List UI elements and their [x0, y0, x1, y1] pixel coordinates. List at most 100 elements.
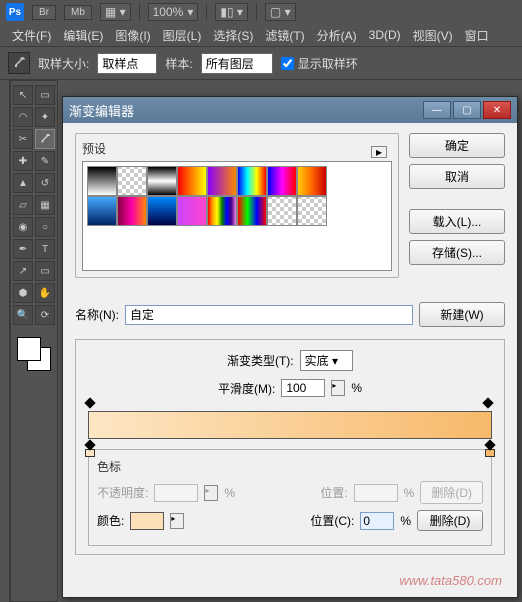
menu-window[interactable]: 窗口: [459, 25, 495, 46]
dialog-title: 渐变编辑器: [69, 101, 423, 120]
separator: [139, 4, 140, 20]
color-stop-right[interactable]: [485, 441, 495, 453]
preset-swatch[interactable]: [147, 166, 177, 196]
menu-filter[interactable]: 滤镜(T): [259, 25, 310, 46]
pen-tool[interactable]: ✒: [13, 239, 33, 259]
new-button[interactable]: 新建(W): [419, 302, 505, 327]
opacity-stop-left[interactable]: [86, 399, 96, 409]
menu-file[interactable]: 文件(F): [6, 25, 57, 46]
tools-panel: ↖ ▭ ◠ ✦ ✂ ✚ ✎ ▲ ↺ ▱ ▦ ◉ ○ ✒ T ↗ ▭ ⬢ ✋ 🔍 …: [10, 80, 58, 602]
preset-swatch[interactable]: [297, 166, 327, 196]
opacity-stop-right[interactable]: [484, 399, 494, 409]
eraser-tool[interactable]: ▱: [13, 195, 33, 215]
color-location-input[interactable]: [360, 512, 394, 530]
menu-image[interactable]: 图像(I): [109, 25, 156, 46]
hand-tool[interactable]: ✋: [35, 283, 55, 303]
screen-mode-dropdown[interactable]: ▦ ▾: [100, 3, 131, 21]
bridge-button[interactable]: Br: [32, 5, 56, 20]
gradient-type-label: 渐变类型(T):: [227, 352, 294, 369]
smoothness-step-icon[interactable]: ▸: [331, 380, 345, 396]
menu-3d[interactable]: 3D(D): [363, 26, 407, 44]
history-brush-tool[interactable]: ↺: [35, 173, 55, 193]
gradient-bar[interactable]: [88, 411, 492, 439]
foreground-swatch[interactable]: [17, 337, 41, 361]
color-stop-left[interactable]: [85, 441, 95, 453]
dodge-tool[interactable]: ○: [35, 217, 55, 237]
preset-swatch[interactable]: [207, 166, 237, 196]
menu-analysis[interactable]: 分析(A): [311, 25, 363, 46]
crop-tool[interactable]: ✂: [13, 129, 33, 149]
preset-swatch[interactable]: [117, 166, 147, 196]
presets-label: 预设: [82, 140, 106, 157]
extras-dropdown[interactable]: ▢ ▾: [265, 3, 296, 21]
separator: [206, 4, 207, 20]
preset-swatch[interactable]: [267, 196, 297, 226]
smoothness-input[interactable]: [281, 379, 325, 397]
preset-swatch[interactable]: [177, 196, 207, 226]
color-stop-swatch[interactable]: [130, 512, 164, 530]
preset-swatch[interactable]: [147, 196, 177, 226]
color-swatches[interactable]: [13, 333, 53, 373]
gradient-tool[interactable]: ▦: [35, 195, 55, 215]
opacity-delete-button: 删除(D): [420, 481, 483, 504]
preset-swatch[interactable]: [267, 166, 297, 196]
color-menu-icon[interactable]: ▸: [170, 513, 184, 529]
zoom-dropdown[interactable]: 100% ▾: [148, 3, 199, 21]
preset-swatch[interactable]: [237, 166, 267, 196]
eyedropper-tool-icon[interactable]: [8, 52, 30, 74]
show-ring-check[interactable]: [281, 57, 294, 70]
load-button[interactable]: 载入(L)...: [409, 209, 505, 234]
menu-bar: 文件(F) 编辑(E) 图像(I) 图层(L) 选择(S) 滤镜(T) 分析(A…: [0, 24, 522, 46]
color-location-label: 位置(C):: [310, 512, 354, 529]
sample-layers-select[interactable]: 所有图层: [201, 53, 273, 74]
menu-select[interactable]: 选择(S): [207, 25, 259, 46]
mini-bridge-button[interactable]: Mb: [64, 5, 92, 20]
blur-tool[interactable]: ◉: [13, 217, 33, 237]
color-label: 颜色:: [97, 512, 124, 529]
cancel-button[interactable]: 取消: [409, 164, 505, 189]
ok-button[interactable]: 确定: [409, 133, 505, 158]
arrange-dropdown[interactable]: ▮▯ ▾: [215, 3, 248, 21]
preset-swatch[interactable]: [297, 196, 327, 226]
menu-view[interactable]: 视图(V): [407, 25, 459, 46]
preset-swatch[interactable]: [87, 166, 117, 196]
eyedropper-tool[interactable]: [35, 129, 55, 149]
presets-flyout-icon[interactable]: ▸: [371, 146, 387, 158]
move-tool[interactable]: ↖: [13, 85, 33, 105]
brush-tool[interactable]: ✎: [35, 151, 55, 171]
opacity-step-icon: ▸: [204, 485, 218, 501]
preset-swatch[interactable]: [237, 196, 267, 226]
preset-swatch[interactable]: [177, 166, 207, 196]
name-input[interactable]: [125, 305, 413, 325]
preset-swatch[interactable]: [207, 196, 237, 226]
3d-tool[interactable]: ⬢: [13, 283, 33, 303]
show-sampling-ring-checkbox[interactable]: 显示取样环: [281, 55, 358, 72]
sample-size-select[interactable]: 取样点: [97, 53, 157, 74]
type-tool[interactable]: T: [35, 239, 55, 259]
marquee-tool[interactable]: ▭: [35, 85, 55, 105]
smoothness-label: 平滑度(M):: [218, 380, 275, 397]
minimize-button[interactable]: —: [423, 101, 451, 119]
rotate-tool[interactable]: ⟳: [35, 305, 55, 325]
presets-grid: ▸: [82, 161, 392, 271]
preset-swatch[interactable]: [117, 196, 147, 226]
sample-label: 样本:: [165, 55, 192, 72]
zoom-tool[interactable]: 🔍: [13, 305, 33, 325]
shape-tool[interactable]: ▭: [35, 261, 55, 281]
opacity-location-label: 位置:: [320, 484, 347, 501]
gradient-editor-dialog: 渐变编辑器 — ▢ ✕ 预设 ▸ 确定 取消 载入(L)... 存储(S)...: [62, 96, 518, 598]
preset-swatch[interactable]: [87, 196, 117, 226]
opacity-label: 不透明度:: [97, 484, 148, 501]
stamp-tool[interactable]: ▲: [13, 173, 33, 193]
path-select-tool[interactable]: ↗: [13, 261, 33, 281]
save-button[interactable]: 存储(S)...: [409, 240, 505, 265]
wand-tool[interactable]: ✦: [35, 107, 55, 127]
close-button[interactable]: ✕: [483, 101, 511, 119]
maximize-button[interactable]: ▢: [453, 101, 481, 119]
color-delete-button[interactable]: 删除(D): [417, 510, 483, 531]
lasso-tool[interactable]: ◠: [13, 107, 33, 127]
menu-layer[interactable]: 图层(L): [157, 25, 208, 46]
menu-edit[interactable]: 编辑(E): [57, 25, 109, 46]
heal-tool[interactable]: ✚: [13, 151, 33, 171]
gradient-type-select[interactable]: 实底 ▾: [300, 350, 353, 371]
